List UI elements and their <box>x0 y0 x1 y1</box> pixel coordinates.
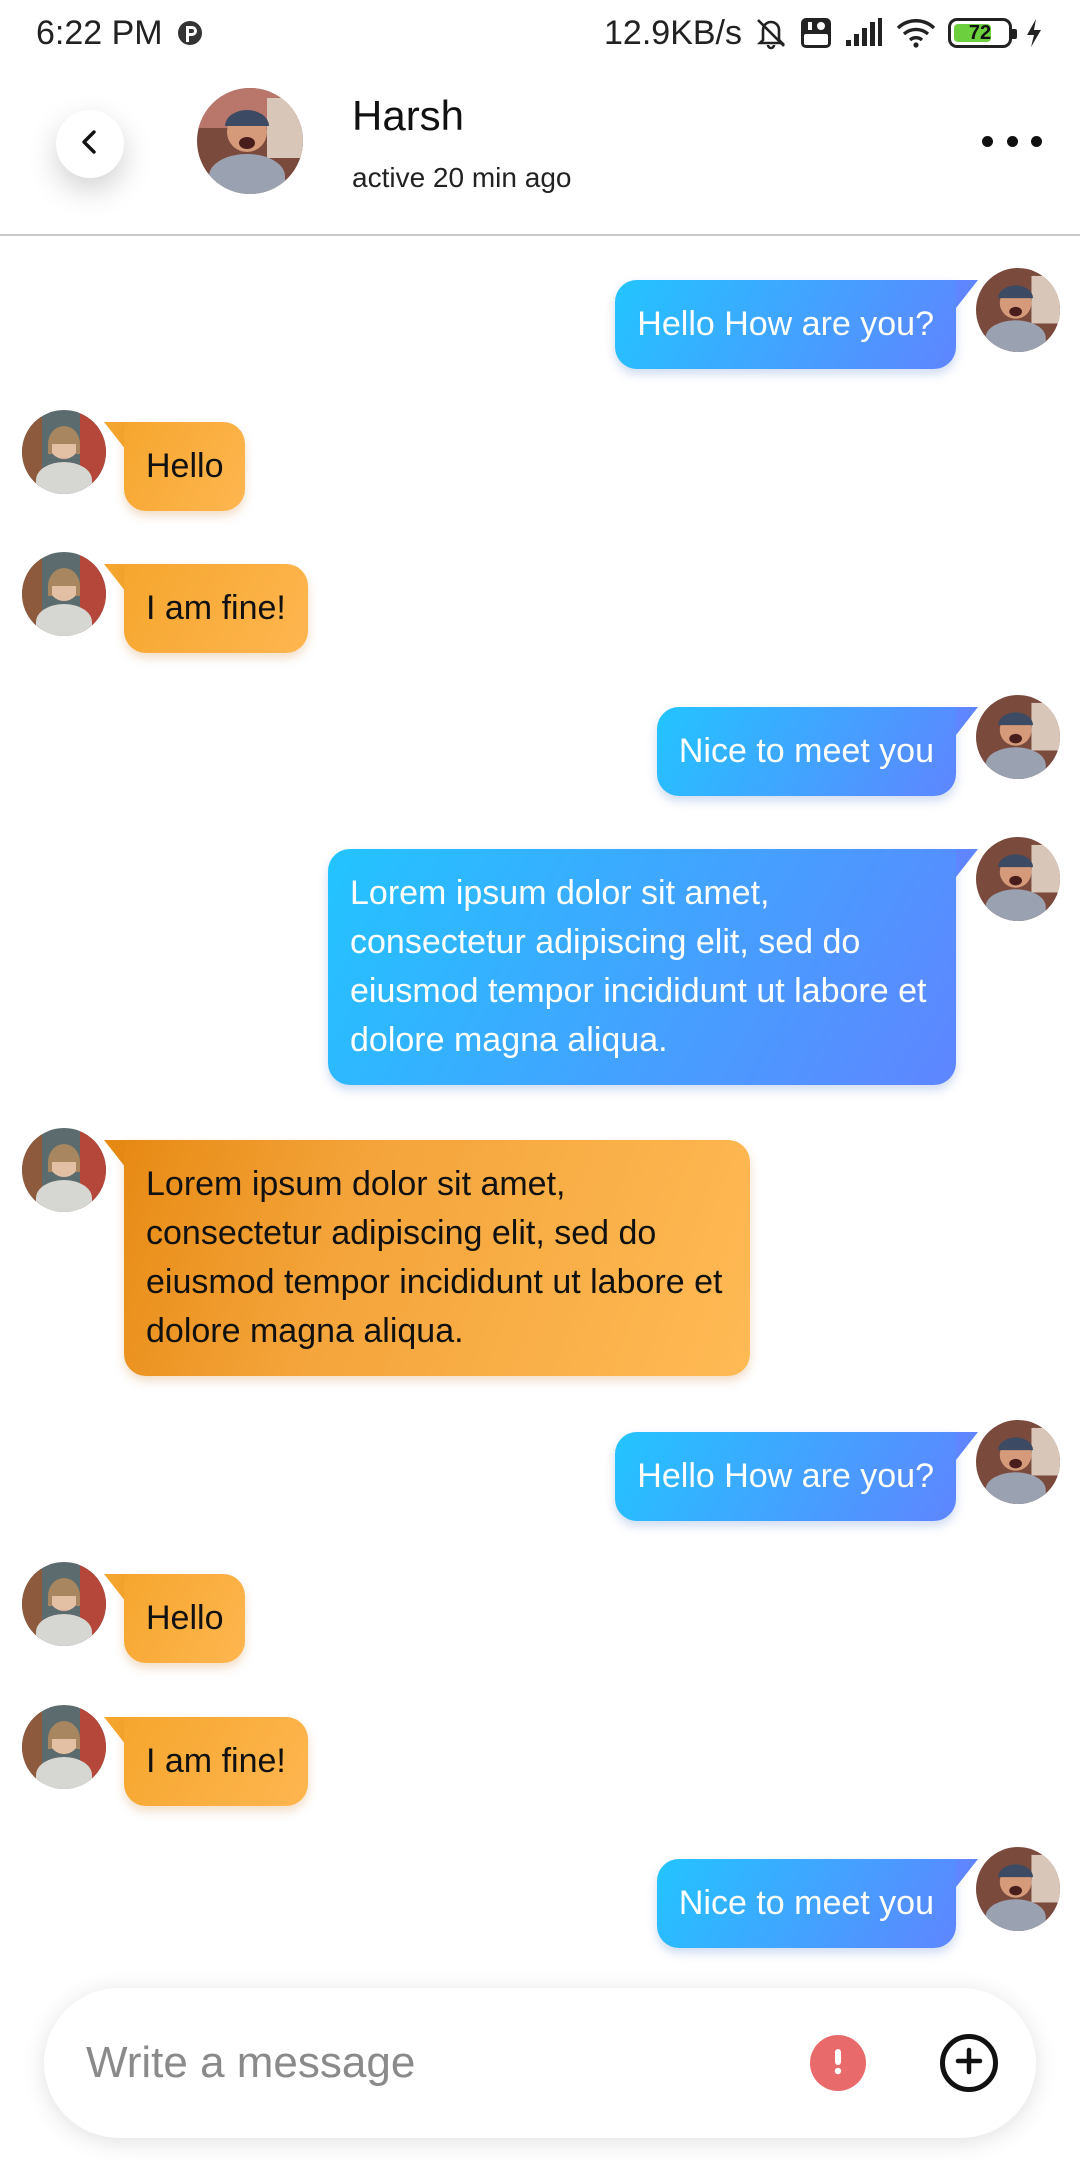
bubble-tail <box>956 707 978 735</box>
volte-icon <box>800 17 832 49</box>
status-bar: 6:22 PM 12.9KB/s 72 <box>0 0 1080 66</box>
chat-header: Harsh active 20 min ago <box>0 66 1080 236</box>
message-bubble-received[interactable]: Hello <box>124 1574 246 1663</box>
message-bubble-sent[interactable]: Lorem ipsum dolor sit amet, consectetur … <box>328 849 956 1085</box>
status-bar-right: 12.9KB/s 72 <box>604 14 1044 53</box>
bubble-tail <box>104 1140 126 1168</box>
contact-avatar[interactable] <box>197 88 303 194</box>
message-bubble-received[interactable]: Lorem ipsum dolor sit amet, consectetur … <box>124 1140 750 1376</box>
more-dots-icon <box>982 135 993 147</box>
mute-icon <box>754 16 788 50</box>
bubble-tail <box>104 564 126 592</box>
message-bubble-sent[interactable]: Hello How are you? <box>615 1432 956 1521</box>
chat-screen: 6:22 PM 12.9KB/s 72 Harsh active 20 min … <box>0 0 1080 2160</box>
battery-icon: 72 <box>948 18 1017 48</box>
battery-level: 72 <box>968 21 992 44</box>
message-bubble-sent[interactable]: Nice to meet you <box>656 1859 956 1948</box>
contact-status: active 20 min ago <box>352 162 572 193</box>
alert-icon <box>818 2041 858 2086</box>
net-speed: 12.9KB/s <box>604 13 742 52</box>
add-circle-icon <box>953 2045 985 2082</box>
message-bubble-received[interactable]: Hello <box>124 422 246 511</box>
my-avatar[interactable] <box>976 695 1060 779</box>
message-text: Lorem ipsum dolor sit amet, consectetur … <box>146 1165 723 1350</box>
bubble-tail <box>104 422 126 450</box>
my-avatar[interactable] <box>976 1847 1060 1931</box>
message-text: Hello How are you? <box>637 305 934 343</box>
add-attachment-button[interactable] <box>940 2034 998 2092</box>
message-text: I am fine! <box>146 1742 286 1780</box>
more-dots-icon <box>1006 135 1018 147</box>
back-chevron-icon <box>75 127 105 162</box>
message-text: Lorem ipsum dolor sit amet, consectetur … <box>350 874 927 1059</box>
message-text: Hello <box>146 1599 224 1637</box>
message-bubble-sent[interactable]: Hello How are you? <box>615 280 956 369</box>
my-avatar[interactable] <box>976 268 1060 352</box>
contact-avatar-small[interactable] <box>22 1128 106 1212</box>
message-bubble-received[interactable]: I am fine! <box>124 1717 308 1806</box>
message-text: Hello How are you? <box>637 1457 934 1495</box>
status-bar-left: 6:22 PM <box>36 14 203 53</box>
message-input[interactable] <box>86 2028 786 2098</box>
contact-avatar-small[interactable] <box>22 410 106 494</box>
message-text: I am fine! <box>146 589 286 627</box>
my-avatar[interactable] <box>976 837 1060 921</box>
bubble-tail <box>104 1574 126 1602</box>
message-composer <box>44 1988 1036 2138</box>
contact-avatar-small[interactable] <box>22 1705 106 1789</box>
contact-avatar-small[interactable] <box>22 1562 106 1646</box>
status-time: 6:22 PM <box>36 13 163 52</box>
message-text: Nice to meet you <box>678 732 934 770</box>
bubble-tail <box>956 849 978 877</box>
contact-avatar-small[interactable] <box>22 552 106 636</box>
bubble-tail <box>956 1432 978 1460</box>
message-bubble-received[interactable]: I am fine! <box>124 564 308 653</box>
contact-name: Harsh <box>352 92 465 139</box>
bubble-tail <box>956 280 978 308</box>
wifi-icon <box>896 18 936 48</box>
p-app-icon <box>177 18 203 48</box>
message-text: Hello <box>146 447 224 485</box>
message-text: Nice to meet you <box>678 1884 934 1922</box>
more-options-button[interactable] <box>982 126 1042 156</box>
bubble-tail <box>104 1717 126 1745</box>
bubble-tail <box>956 1859 978 1887</box>
my-avatar[interactable] <box>976 1420 1060 1504</box>
message-bubble-sent[interactable]: Nice to meet you <box>656 707 956 796</box>
signal-icon <box>844 18 884 48</box>
charging-icon <box>1024 18 1044 48</box>
more-dots-icon <box>1031 135 1042 147</box>
alert-button[interactable] <box>810 2035 866 2091</box>
back-button[interactable] <box>56 110 124 178</box>
